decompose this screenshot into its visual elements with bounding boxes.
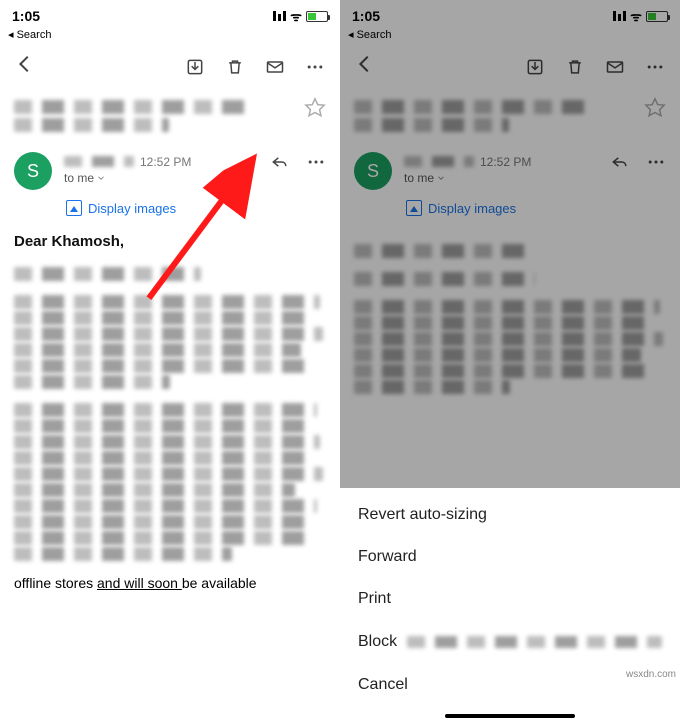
left-screenshot: 1:05 ᯤ ◂ Search: [0, 0, 340, 720]
home-indicator: [445, 714, 575, 718]
message-more-icon[interactable]: [306, 152, 326, 177]
toolbar: [0, 45, 340, 90]
right-screenshot: 1:05 ᯤ ◂ Search S 12:52 PM to me Display: [340, 0, 680, 720]
subject-row: [0, 90, 340, 146]
back-icon[interactable]: [14, 53, 36, 80]
sheet-print[interactable]: Print: [340, 578, 680, 620]
wifi-icon: ᯤ: [290, 7, 302, 25]
back-search[interactable]: ◂ Search: [0, 28, 340, 45]
mail-icon[interactable]: [264, 56, 286, 78]
timestamp: 12:52 PM: [140, 155, 191, 169]
sheet-forward[interactable]: Forward: [340, 536, 680, 578]
sheet-revert[interactable]: Revert auto-sizing: [340, 494, 680, 536]
action-sheet: Revert auto-sizing Forward Print Block C…: [340, 488, 680, 720]
archive-icon[interactable]: [184, 56, 206, 78]
status-right: ᯤ: [273, 7, 328, 25]
footer-text: offline stores and will soon be availabl…: [0, 575, 340, 591]
avatar[interactable]: S: [14, 152, 52, 190]
more-icon[interactable]: [304, 56, 326, 78]
star-icon[interactable]: [304, 96, 326, 123]
battery-icon: [306, 11, 328, 22]
status-time: 1:05: [12, 8, 40, 24]
image-icon: [66, 200, 82, 216]
status-bar: 1:05 ᯤ: [0, 0, 340, 28]
trash-icon[interactable]: [224, 56, 246, 78]
watermark: wsxdn.com: [626, 669, 676, 680]
signal-icon: [273, 11, 286, 21]
sheet-block[interactable]: Block: [340, 620, 680, 664]
